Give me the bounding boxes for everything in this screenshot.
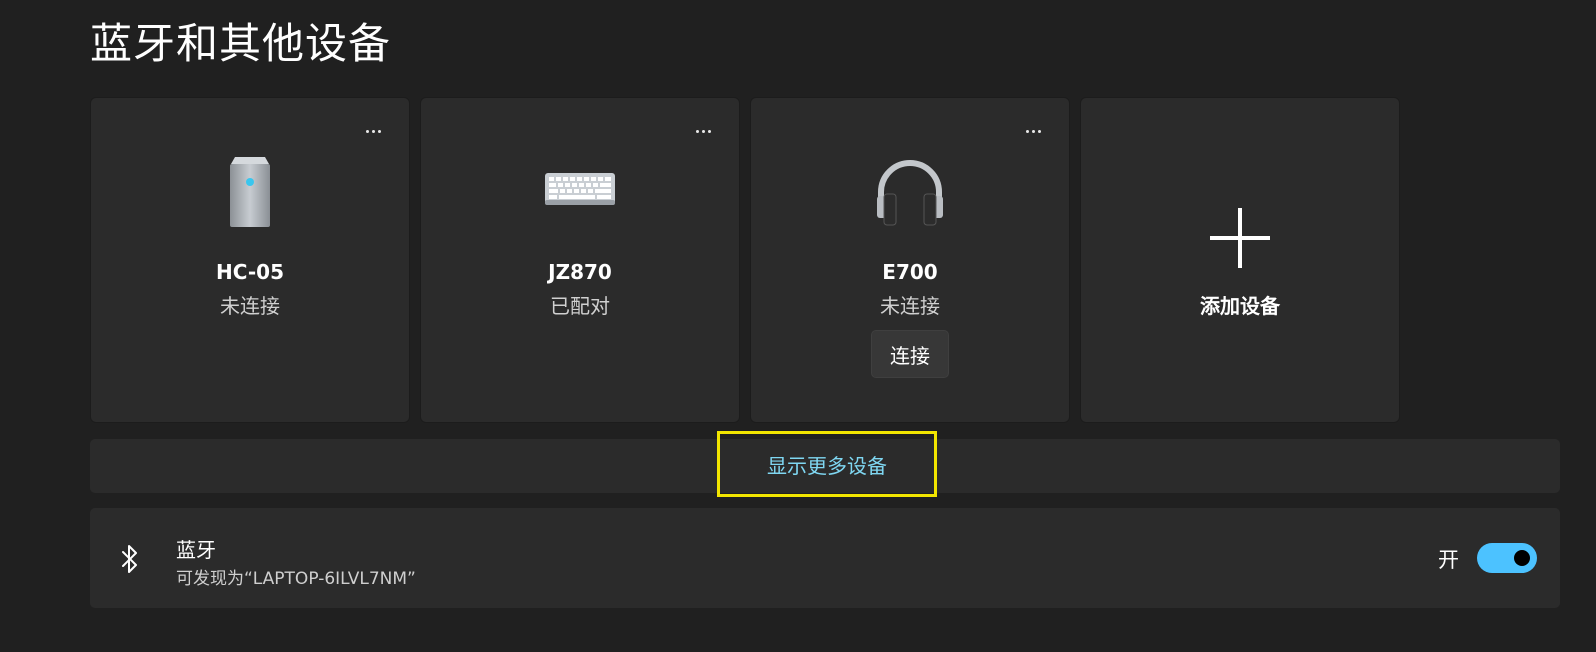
bluetooth-icon <box>120 544 140 578</box>
connect-button[interactable]: 连接 <box>871 330 949 378</box>
more-options-button[interactable] <box>1017 118 1049 144</box>
toggle-knob <box>1514 550 1530 566</box>
device-card-jz870[interactable]: JZ870 已配对 <box>420 97 740 423</box>
device-name: HC-05 <box>215 260 284 284</box>
device-status: 未连接 <box>880 294 940 318</box>
device-name: E700 <box>882 260 938 284</box>
device-status: 未连接 <box>220 294 280 318</box>
bluetooth-discoverable-text: 可发现为“LAPTOP-6ILVL7NM” <box>176 569 416 589</box>
more-dot <box>371 129 375 133</box>
more-dot <box>707 129 711 133</box>
device-name: JZ870 <box>548 260 612 284</box>
device-card-hc05[interactable]: HC-05 未连接 <box>90 97 410 423</box>
more-dot <box>1025 129 1029 133</box>
device-status: 已配对 <box>550 294 610 318</box>
show-more-devices-button[interactable]: 显示更多设备 <box>717 431 937 497</box>
more-dot <box>377 129 381 133</box>
page-title: 蓝牙和其他设备 <box>90 19 392 68</box>
more-dot <box>695 129 699 133</box>
more-dot <box>701 129 705 133</box>
keyboard-icon <box>544 172 616 210</box>
add-device-label: 添加设备 <box>1200 294 1280 318</box>
headphones-icon <box>875 156 945 232</box>
device-card-e700[interactable]: E700 未连接 连接 <box>750 97 1070 423</box>
more-options-button[interactable] <box>687 118 719 144</box>
plus-icon <box>1210 208 1270 272</box>
device-tower-icon <box>225 156 275 234</box>
toggle-state-label: 开 <box>1438 548 1459 572</box>
more-options-button[interactable] <box>357 118 389 144</box>
add-device-card[interactable]: 添加设备 <box>1080 97 1400 423</box>
bluetooth-setting-row: 蓝牙 可发现为“LAPTOP-6ILVL7NM” 开 <box>90 508 1560 608</box>
more-dot <box>365 129 369 133</box>
bluetooth-toggle[interactable] <box>1477 543 1537 573</box>
more-dot <box>1031 129 1035 133</box>
bluetooth-title: 蓝牙 <box>176 538 216 562</box>
more-dot <box>1037 129 1041 133</box>
